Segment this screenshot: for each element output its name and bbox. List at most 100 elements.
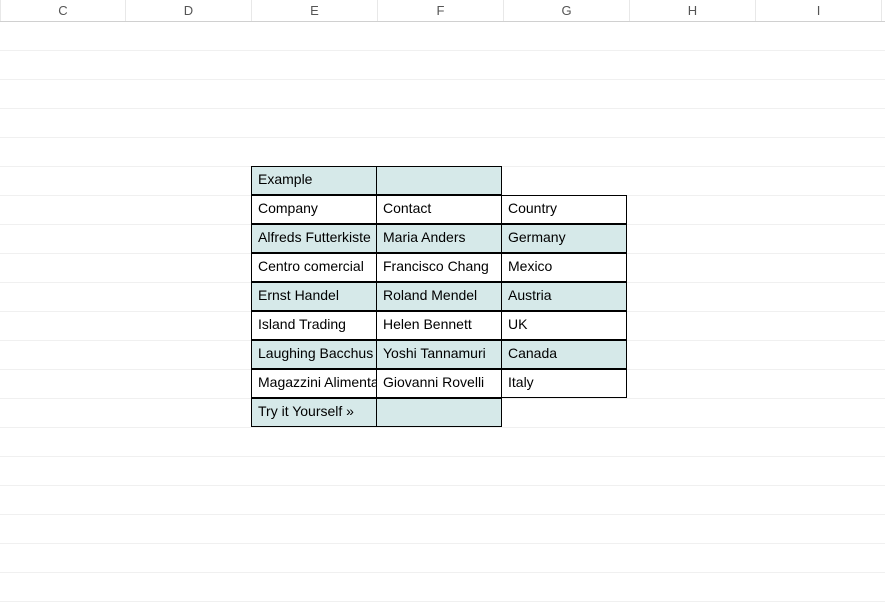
cell[interactable] [504,457,630,486]
cell[interactable] [0,225,126,254]
cell-try-it-yourself[interactable]: Try it Yourself » [251,398,377,427]
cell[interactable] [126,22,252,51]
cell[interactable] [0,312,126,341]
cell[interactable] [753,341,879,370]
cell[interactable] [628,399,754,428]
cell[interactable] [504,80,630,109]
cell[interactable] [252,515,378,544]
cell[interactable] [0,80,126,109]
cell-contact[interactable]: Maria Anders [376,224,502,253]
cell[interactable] [252,544,378,573]
cell-header-contact[interactable]: Contact [376,195,502,224]
cell-country[interactable]: Mexico [501,253,627,282]
col-header-g[interactable]: G [504,0,630,21]
cell[interactable] [756,544,882,573]
cell[interactable] [252,486,378,515]
cell[interactable] [126,544,252,573]
cell[interactable] [630,109,756,138]
cell[interactable] [252,22,378,51]
cell[interactable] [378,80,504,109]
cell[interactable] [0,370,126,399]
cell[interactable] [630,428,756,457]
cell-company[interactable]: Centro comercial [251,253,377,282]
cell[interactable] [126,312,252,341]
cell[interactable] [628,167,754,196]
cell-country[interactable]: Germany [501,224,627,253]
cell[interactable] [126,283,252,312]
cell[interactable] [0,109,126,138]
cell-contact[interactable]: Helen Bennett [376,311,502,340]
cell[interactable] [376,166,502,195]
cell[interactable] [378,22,504,51]
cell[interactable] [0,428,126,457]
cell[interactable] [504,138,630,167]
cell[interactable] [378,138,504,167]
cell[interactable] [126,109,252,138]
cell[interactable] [378,428,504,457]
col-header-d[interactable]: D [126,0,252,21]
col-header-i[interactable]: I [756,0,882,21]
cell[interactable] [754,167,880,196]
cell[interactable] [252,80,378,109]
cell[interactable] [630,51,756,80]
cell[interactable] [0,399,126,428]
cell[interactable] [0,544,126,573]
cell[interactable] [630,80,756,109]
cell-contact[interactable]: Francisco Chang [376,253,502,282]
cell[interactable] [378,109,504,138]
cell[interactable] [126,573,252,602]
cell-country[interactable]: Italy [501,369,627,398]
cell[interactable] [756,573,882,602]
col-header-h[interactable]: H [630,0,756,21]
cell[interactable] [627,283,753,312]
cell-country[interactable]: Austria [501,282,627,311]
cell[interactable] [756,51,882,80]
cell-country[interactable]: UK [501,311,627,340]
cell[interactable] [126,225,252,254]
cell[interactable] [753,312,879,341]
cell-example-title[interactable]: Example [251,166,377,195]
cell[interactable] [504,486,630,515]
cell[interactable] [126,51,252,80]
cell[interactable] [378,573,504,602]
spreadsheet-grid[interactable]: C D E F G H I [0,0,885,605]
cell[interactable] [756,109,882,138]
cell[interactable] [378,486,504,515]
cell[interactable] [756,138,882,167]
cell[interactable] [630,515,756,544]
cell[interactable] [753,283,879,312]
cell[interactable] [252,457,378,486]
cell-company[interactable]: Alfreds Futterkiste [251,224,377,253]
cell[interactable] [630,486,756,515]
cell[interactable] [378,51,504,80]
cell[interactable] [504,428,630,457]
cell[interactable] [252,109,378,138]
cell[interactable] [630,573,756,602]
cell[interactable] [0,167,126,196]
cell[interactable] [756,428,882,457]
cell[interactable] [0,283,126,312]
cell[interactable] [502,167,628,196]
cell[interactable] [0,51,126,80]
cell[interactable] [378,515,504,544]
cell[interactable] [756,80,882,109]
cell[interactable] [126,167,252,196]
cell[interactable] [126,399,252,428]
cell[interactable] [756,515,882,544]
cell[interactable] [0,22,126,51]
cell-contact[interactable]: Giovanni Rovelli [376,369,502,398]
cell[interactable] [630,22,756,51]
cell[interactable] [627,341,753,370]
cell[interactable] [504,544,630,573]
cell[interactable] [504,515,630,544]
cell[interactable] [753,196,879,225]
cell-contact[interactable]: Roland Mendel [376,282,502,311]
cell[interactable] [756,22,882,51]
cell[interactable] [252,138,378,167]
cell[interactable] [0,486,126,515]
cell-contact[interactable]: Yoshi Tannamuri [376,340,502,369]
cell[interactable] [252,428,378,457]
cell[interactable] [0,515,126,544]
cell[interactable] [627,370,753,399]
cell[interactable] [126,196,252,225]
